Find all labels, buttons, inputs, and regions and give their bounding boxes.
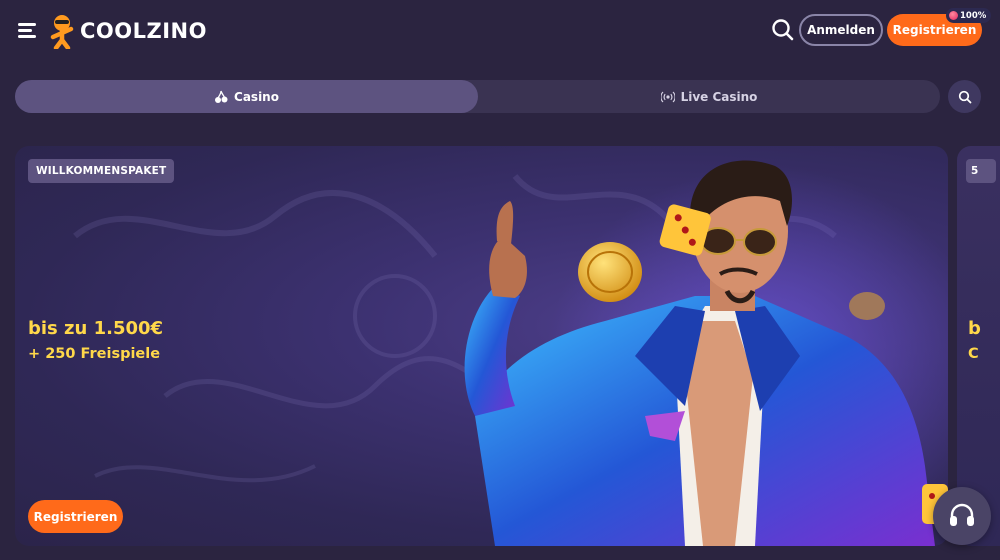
logo-text: COOLZINO (80, 19, 207, 43)
support-chat-button[interactable] (933, 487, 991, 545)
headset-icon (950, 503, 974, 526)
hero-character-illustration (464, 160, 948, 546)
tab-live-casino-label: Live Casino (680, 89, 758, 104)
cherry-icon (215, 90, 228, 103)
badge-icon (949, 11, 958, 20)
badge-text: 100% (960, 10, 987, 21)
promo-banner-next[interactable]: 5 b C (957, 146, 1000, 546)
game-search-button[interactable] (948, 80, 981, 113)
broadcast-icon (660, 91, 675, 102)
login-button[interactable]: Anmelden (799, 14, 883, 46)
logo[interactable]: COOLZINO (47, 12, 207, 50)
category-tabs: Casino Live Casino (15, 80, 940, 113)
promo-banner[interactable]: WILLKOMMENSPAKET bis zu 1.500€ + 250 Fre… (15, 146, 948, 546)
logo-icon (50, 15, 74, 49)
banner-register-button[interactable]: Registrieren (28, 500, 123, 533)
tab-live-casino[interactable]: Live Casino (478, 80, 940, 113)
next-promo-sub: C (968, 346, 979, 362)
search-icon (958, 90, 971, 103)
site-header: COOLZINO Anmelden Registrieren 100% (0, 0, 1000, 62)
tab-casino-label: Casino (234, 89, 279, 104)
notification-badge: 100% (946, 8, 992, 23)
tab-casino[interactable]: Casino (15, 80, 478, 113)
promo-tag: WILLKOMMENSPAKET (28, 159, 175, 183)
promo-amount: bis zu 1.500€ (28, 318, 164, 339)
next-promo-amount: b (968, 318, 981, 339)
next-promo-tag: 5 (966, 159, 996, 183)
search-icon[interactable] (770, 17, 796, 43)
menu-icon[interactable] (18, 22, 38, 38)
promo-free-spins: + 250 Freispiele (28, 346, 161, 362)
